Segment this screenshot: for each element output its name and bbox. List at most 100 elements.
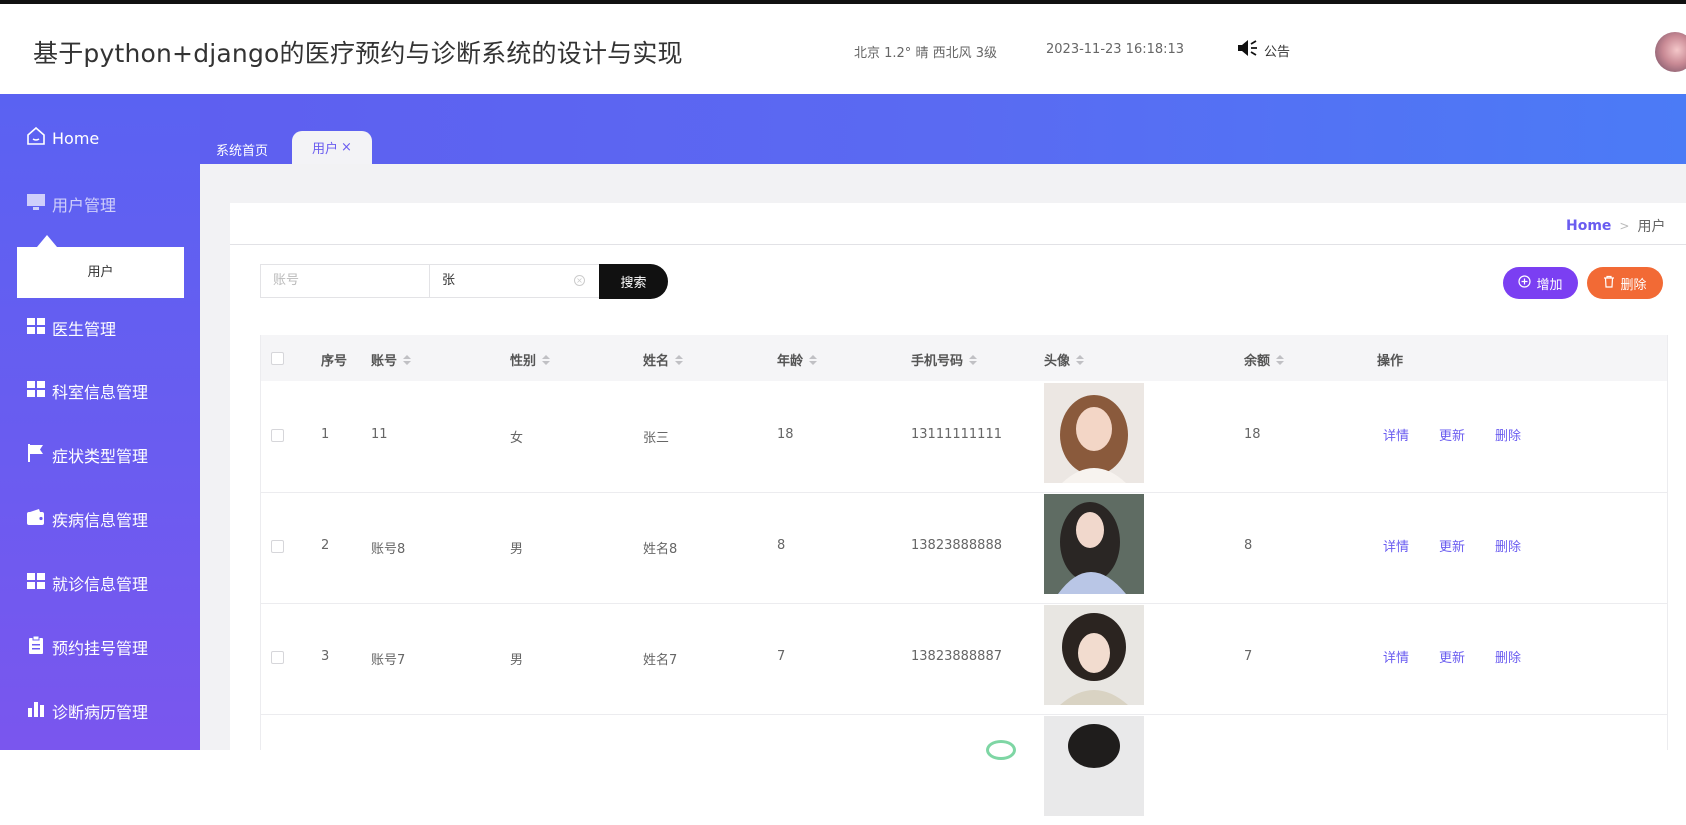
cell-age: 18 [777, 427, 794, 442]
cell-phone: 13111111111 [911, 427, 1002, 442]
col-balance[interactable]: 余额 [1244, 350, 1285, 369]
sort-icon[interactable] [1076, 354, 1085, 365]
notice-label: 公告 [1264, 44, 1291, 60]
cell-balance: 8 [1244, 538, 1253, 553]
sidebar-item-disease[interactable]: 疾病信息管理 [26, 507, 148, 531]
cell-balance: 7 [1244, 649, 1253, 664]
sidebar-subitem-user[interactable]: 用户 [17, 247, 184, 298]
avatar-photo[interactable] [1044, 605, 1144, 705]
breadcrumb-home[interactable]: Home [1566, 218, 1611, 234]
sidebar-item-appointment[interactable]: 预约挂号管理 [26, 635, 148, 659]
cell-phone: 13823888888 [911, 538, 1002, 553]
sidebar-item-diagnosis[interactable]: 诊断病历管理 [26, 699, 148, 723]
sort-icon[interactable] [403, 354, 412, 365]
update-link[interactable]: 更新 [1439, 425, 1465, 444]
select-all-checkbox[interactable] [271, 352, 284, 365]
sort-icon[interactable] [675, 354, 684, 365]
cell-gender: 男 [510, 542, 524, 557]
table-row [261, 714, 1667, 825]
account-search-input[interactable]: 账号 [260, 264, 430, 298]
sidebar-item-visit[interactable]: 就诊信息管理 [26, 571, 148, 595]
sidebar-item-label: 疾病信息管理 [52, 511, 149, 530]
table-header: 序号 账号 性别 姓名 年龄 手机号码 头像 余额 操作 [261, 335, 1667, 381]
table-row: 1 11 女 张三 18 13111111111 18 详情 更新 删除 [261, 381, 1667, 493]
cell-index: 3 [321, 649, 330, 664]
sort-icon[interactable] [542, 354, 551, 365]
row-checkbox[interactable] [271, 429, 284, 442]
delete-link[interactable]: 删除 [1495, 425, 1521, 444]
sort-icon[interactable] [1276, 354, 1285, 365]
breadcrumb-current: 用户 [1637, 219, 1666, 235]
weather-info: 北京 1.2° 晴 西北风 3级 [854, 46, 997, 61]
delete-link[interactable]: 删除 [1495, 647, 1521, 666]
flag-icon [26, 443, 46, 467]
col-phone[interactable]: 手机号码 [911, 350, 978, 369]
search-button[interactable]: 搜索 [599, 264, 668, 299]
cell-account: 账号8 [371, 542, 406, 557]
cell-balance: 18 [1244, 427, 1261, 442]
grid-icon [26, 380, 46, 402]
clipboard-icon [26, 635, 46, 659]
header: 基于python+django的医疗预约与诊断系统的设计与实现 北京 1.2° … [0, 4, 1686, 94]
sidebar-item-label: 就诊信息管理 [52, 575, 149, 594]
submenu-pointer [37, 235, 57, 247]
add-button[interactable]: 增加 [1503, 267, 1578, 299]
sidebar: Home 用户管理 用户 医生管理 科室信息管理 症状类型管理 疾病信息管理 就… [0, 94, 200, 750]
avatar-photo[interactable] [1044, 716, 1144, 816]
col-gender[interactable]: 性别 [510, 350, 551, 369]
sidebar-item-label: 医生管理 [52, 320, 117, 339]
delete-button-label: 删除 [1620, 277, 1647, 293]
sidebar-item-user-management[interactable]: 用户管理 [26, 192, 116, 216]
grid-icon [26, 572, 46, 594]
cell-account: 账号7 [371, 653, 406, 668]
cell-index: 2 [321, 538, 330, 553]
sidebar-item-label: Home [52, 128, 100, 148]
tab-user[interactable]: 用户 × [292, 131, 372, 164]
update-link[interactable]: 更新 [1439, 647, 1465, 666]
col-avatar[interactable]: 头像 [1044, 350, 1085, 369]
sidebar-item-doctor[interactable]: 医生管理 [26, 316, 116, 340]
sidebar-item-label: 症状类型管理 [52, 447, 149, 466]
tab-bar [200, 94, 1686, 164]
sort-icon[interactable] [809, 354, 818, 365]
breadcrumb-separator: > [1619, 219, 1630, 233]
trash-icon [1603, 275, 1615, 292]
col-name[interactable]: 姓名 [643, 350, 684, 369]
detail-link[interactable]: 详情 [1383, 647, 1409, 666]
cell-age: 8 [777, 538, 786, 553]
user-table: 序号 账号 性别 姓名 年龄 手机号码 头像 余额 操作 1 11 女 张三 1… [260, 335, 1668, 816]
cell-gender: 男 [510, 653, 524, 668]
tab-home[interactable]: 系统首页 [216, 140, 268, 159]
col-account[interactable]: 账号 [371, 350, 412, 369]
breadcrumb-divider [230, 244, 1686, 245]
avatar-photo[interactable] [1044, 383, 1144, 483]
close-icon[interactable]: × [341, 140, 352, 155]
delete-link[interactable]: 删除 [1495, 536, 1521, 555]
clear-icon[interactable]: × [574, 275, 585, 286]
add-button-label: 增加 [1536, 277, 1563, 293]
update-link[interactable]: 更新 [1439, 536, 1465, 555]
sidebar-item-department[interactable]: 科室信息管理 [26, 379, 148, 403]
app-title: 基于python+django的医疗预约与诊断系统的设计与实现 [33, 39, 683, 68]
cell-age: 7 [777, 649, 786, 664]
detail-link[interactable]: 详情 [1383, 425, 1409, 444]
home-icon [26, 126, 46, 150]
notice-button[interactable]: 公告 [1236, 38, 1290, 62]
sidebar-item-label: 诊断病历管理 [52, 703, 149, 722]
sidebar-item-label: 科室信息管理 [52, 383, 149, 402]
delete-button[interactable]: 删除 [1587, 267, 1663, 299]
row-checkbox[interactable] [271, 651, 284, 664]
sidebar-item-home[interactable]: Home [26, 126, 99, 150]
col-age[interactable]: 年龄 [777, 350, 818, 369]
sidebar-item-symptom[interactable]: 症状类型管理 [26, 443, 148, 467]
user-avatar[interactable] [1655, 32, 1686, 72]
sort-icon[interactable] [969, 354, 978, 365]
floating-widget[interactable] [986, 740, 1016, 760]
submenu: 用户 [17, 247, 184, 298]
avatar-photo[interactable] [1044, 494, 1144, 594]
detail-link[interactable]: 详情 [1383, 536, 1409, 555]
speaker-icon [1236, 38, 1258, 62]
cell-name: 姓名7 [643, 653, 678, 668]
grid-icon [26, 317, 46, 339]
row-checkbox[interactable] [271, 540, 284, 553]
